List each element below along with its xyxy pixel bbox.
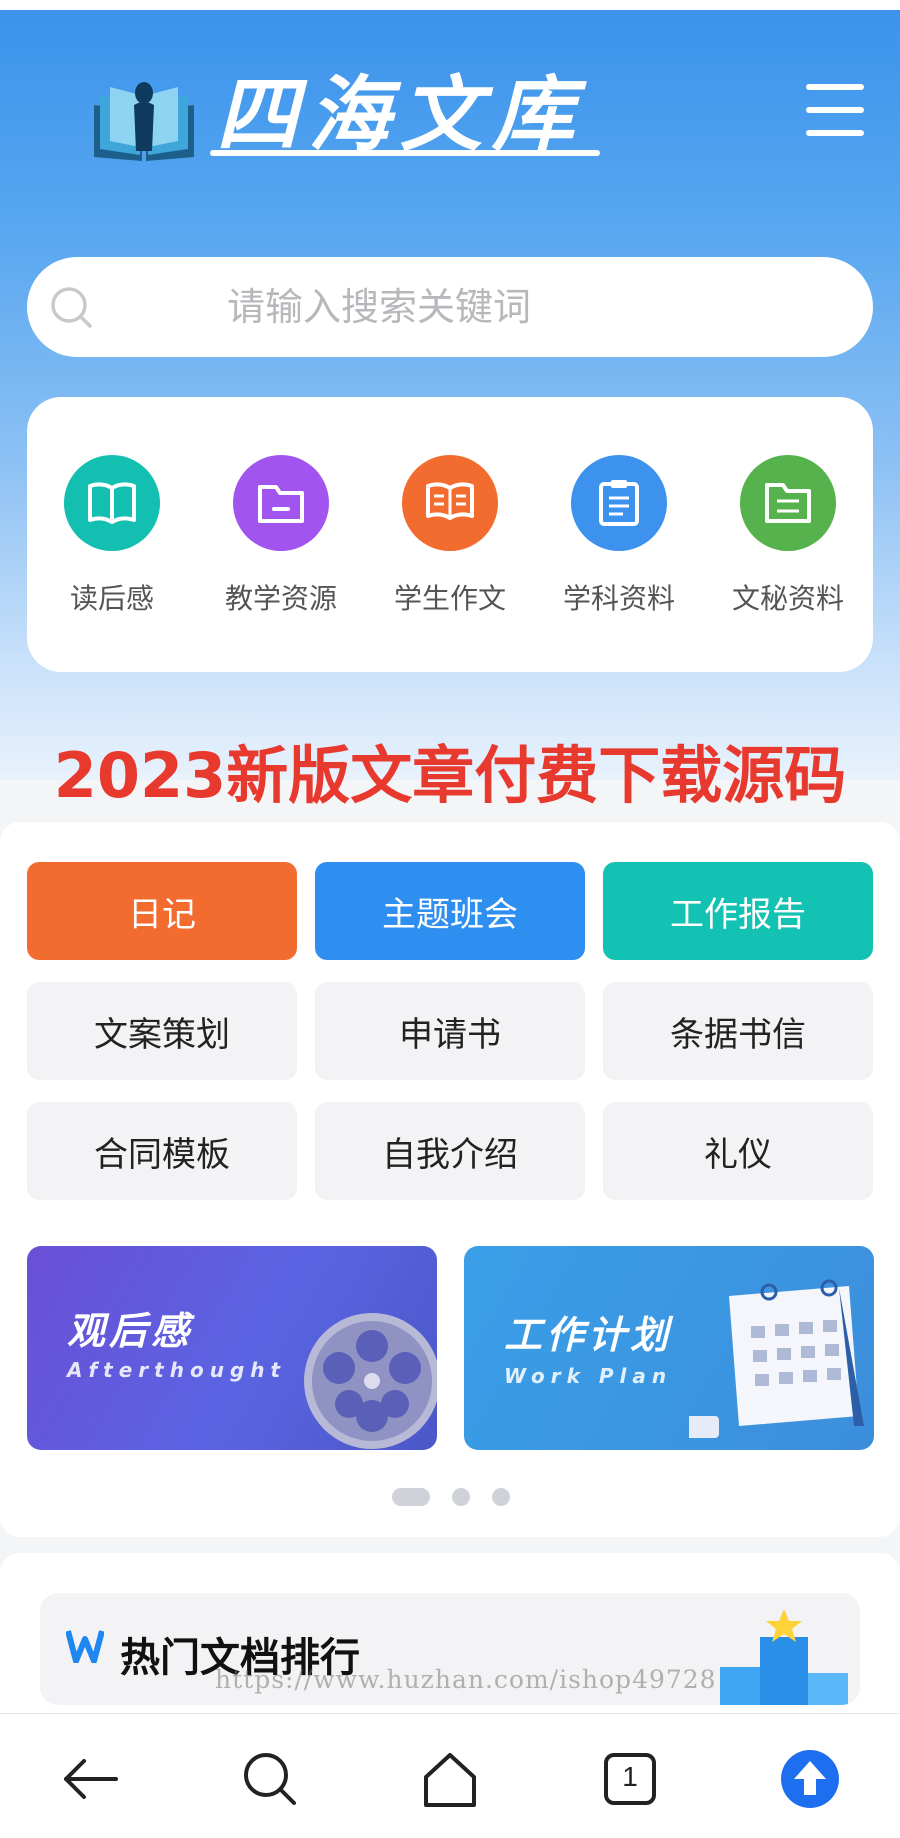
upload-arrow-icon[interactable] — [778, 1747, 842, 1811]
carousel-dot[interactable] — [452, 1488, 470, 1506]
promo-title: 工作计划 — [504, 1313, 673, 1357]
status-bar — [0, 0, 900, 10]
promo-title: 观后感 — [67, 1309, 194, 1353]
watermark-text: https://www.huzhan.com/ishop49728 — [215, 1665, 717, 1694]
category-student-essay[interactable]: 学生作文 — [375, 455, 525, 617]
home-icon[interactable] — [418, 1747, 482, 1811]
w-logo-icon — [66, 1630, 104, 1663]
category-label: 学科资料 — [562, 582, 675, 615]
logo-underline — [210, 150, 600, 156]
tag-self-intro[interactable]: 自我介绍 — [315, 1102, 585, 1200]
tag-diary[interactable]: 日记 — [27, 862, 297, 960]
book-logo-icon — [90, 65, 198, 165]
tag-work-report[interactable]: 工作报告 — [603, 862, 873, 960]
film-reel-icon — [304, 1313, 437, 1449]
book-icon — [402, 455, 498, 551]
category-card: 读后感 教学资源 学生作文 学科资料 文秘资料 — [27, 397, 873, 672]
hamburger-menu-icon[interactable] — [806, 84, 864, 136]
folder-icon — [233, 455, 329, 551]
category-label: 读后感 — [69, 582, 154, 615]
search-icon[interactable] — [238, 1747, 302, 1811]
ranking-podium-icon — [720, 1609, 848, 1705]
hero-header: 四海文库 读后感 教学资源 学生作文 — [0, 10, 900, 780]
carousel-dot[interactable] — [392, 1488, 430, 1506]
tag-application[interactable]: 申请书 — [315, 982, 585, 1080]
tag-letters[interactable]: 条据书信 — [603, 982, 873, 1080]
category-label: 文秘资料 — [731, 582, 844, 615]
category-reading-reflection[interactable]: 读后感 — [37, 455, 187, 617]
carousel-indicator — [392, 1488, 532, 1506]
tabs-button[interactable]: 1 — [598, 1747, 662, 1811]
calendar-icon — [689, 1279, 864, 1438]
search-bar[interactable] — [27, 257, 873, 357]
promo-card-afterthought[interactable]: 观后感 Afterthought — [27, 1246, 437, 1450]
open-book-icon — [64, 455, 160, 551]
category-secretarial-materials[interactable]: 文秘资料 — [713, 455, 863, 617]
promo-banner-text: 2023新版文章付费下载源码 — [53, 739, 847, 812]
tag-etiquette[interactable]: 礼仪 — [603, 1102, 873, 1200]
browser-bottom-bar: 1 — [0, 1713, 900, 1838]
tag-class-meeting[interactable]: 主题班会 — [315, 862, 585, 960]
promo-subtitle: Afterthought — [67, 1358, 287, 1382]
category-teaching-resources[interactable]: 教学资源 — [206, 455, 356, 617]
logo-text: 四海文库 — [216, 67, 584, 163]
search-input[interactable] — [227, 279, 827, 335]
back-arrow-icon[interactable] — [58, 1747, 122, 1811]
tab-count: 1 — [622, 1761, 638, 1792]
tag-contract-templates[interactable]: 合同模板 — [27, 1102, 297, 1200]
category-label: 学生作文 — [393, 582, 506, 615]
promo-subtitle: Work Plan — [504, 1364, 673, 1388]
file-folder-icon — [740, 455, 836, 551]
tag-copywriting[interactable]: 文案策划 — [27, 982, 297, 1080]
promo-card-work-plan[interactable]: 工作计划 Work Plan — [464, 1246, 874, 1450]
clipboard-icon — [571, 455, 667, 551]
search-icon — [51, 287, 92, 328]
category-subject-materials[interactable]: 学科资料 — [544, 455, 694, 617]
category-label: 教学资源 — [224, 582, 337, 615]
carousel-dot[interactable] — [492, 1488, 510, 1506]
